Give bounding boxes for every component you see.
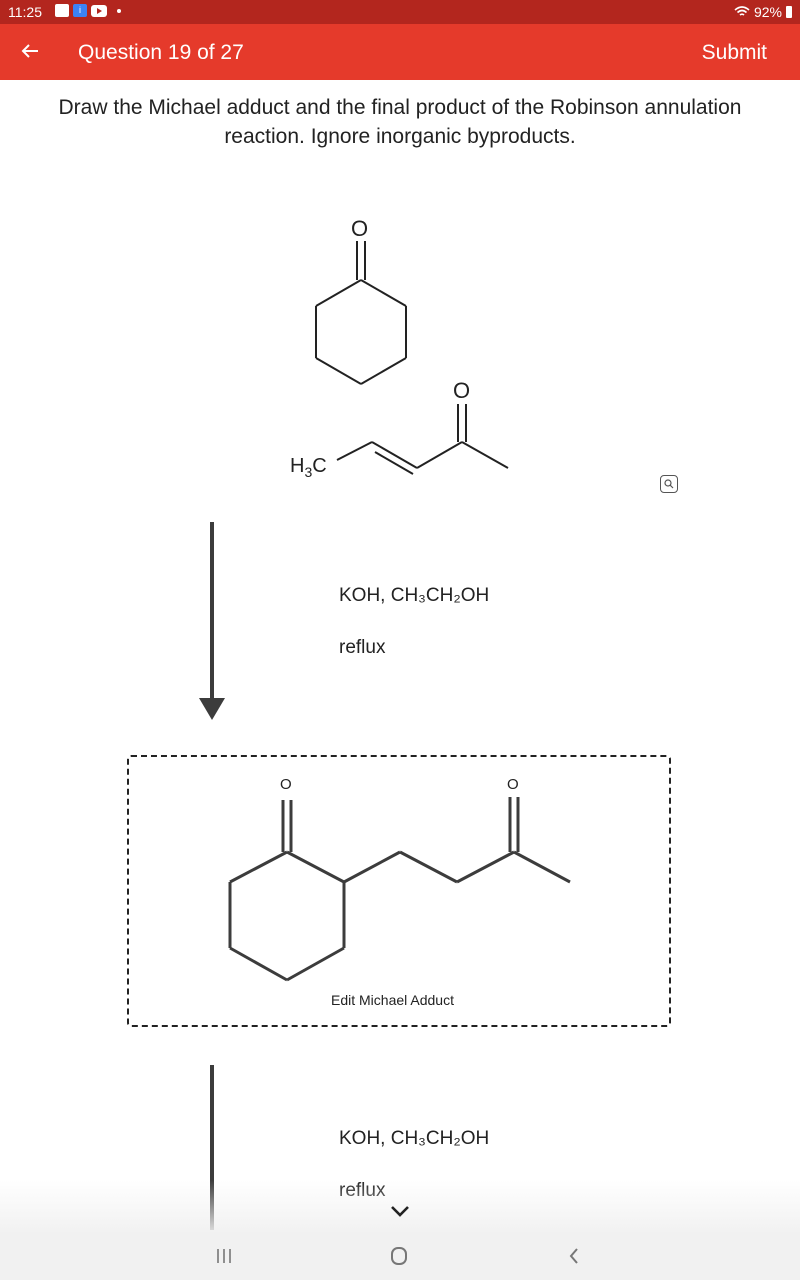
methyl-label: H3C bbox=[290, 455, 327, 480]
system-nav-bar bbox=[0, 1232, 800, 1280]
reaction-arrow-1 bbox=[199, 522, 225, 720]
methyl-label-h: H bbox=[290, 455, 305, 477]
michael-adduct-answer-box[interactable] bbox=[127, 755, 671, 1027]
magnifier-icon bbox=[664, 479, 674, 489]
ketone-oxygen-label: O bbox=[351, 216, 369, 241]
home-icon[interactable] bbox=[389, 1246, 409, 1266]
edit-michael-adduct-label[interactable]: Edit Michael Adduct bbox=[331, 992, 454, 1008]
adduct-oxygen-label-1: O bbox=[280, 776, 292, 793]
step1-reagents: KOH, CH₃CH₂OH bbox=[339, 585, 490, 606]
methyl-label-c: C bbox=[312, 455, 327, 477]
step2-reagents: KOH, CH₃CH₂OH bbox=[339, 1128, 490, 1149]
adduct-oxygen-label-2: O bbox=[507, 776, 519, 793]
cyclohexanone-structure bbox=[315, 241, 407, 385]
enone-oxygen-label: O bbox=[453, 378, 471, 403]
back-icon[interactable] bbox=[566, 1246, 582, 1266]
chevron-down-icon[interactable] bbox=[389, 1203, 411, 1219]
step1-conditions: reflux bbox=[339, 637, 386, 658]
zoom-button[interactable] bbox=[660, 475, 678, 493]
recents-icon[interactable] bbox=[214, 1248, 234, 1264]
reaction-scheme bbox=[199, 241, 571, 1230]
enone-structure bbox=[336, 404, 509, 475]
